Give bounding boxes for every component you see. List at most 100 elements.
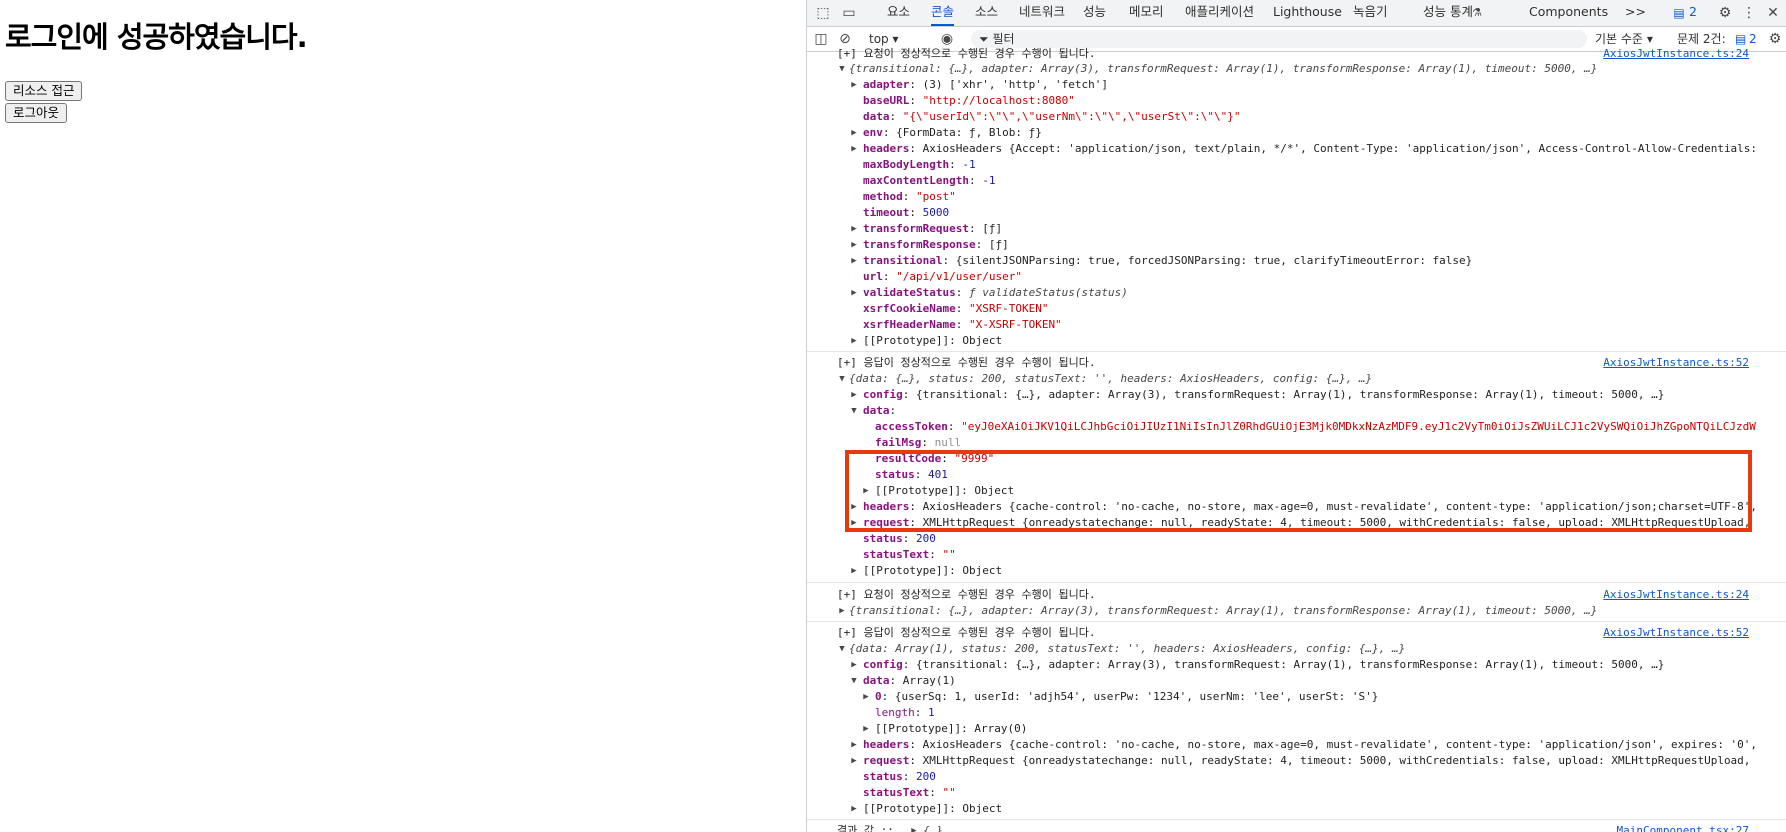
message-divider	[807, 582, 1786, 583]
console-output: [+] 요청이 정상적으로 수행된 경우 수행이 됩니다. AxiosJwtIns…	[807, 47, 1786, 832]
triangle-down-icon[interactable]: ▼	[837, 641, 847, 657]
tab-sources[interactable]: 소스	[975, 0, 998, 26]
triangle-right-icon[interactable]: ▶	[837, 603, 847, 619]
prop-row[interactable]: ▶ [[Prototype]]: Array(0)	[807, 721, 1786, 737]
prop-row[interactable]: ▶ 0: {userSq: 1, userId: 'adjh54', userPw…	[807, 689, 1786, 705]
triangle-down-icon[interactable]: ▼	[837, 371, 847, 387]
prop-row[interactable]: ▶ headers: AxiosHeaders {Accept: 'applica…	[807, 141, 1786, 157]
tab-network[interactable]: 네트워크	[1019, 0, 1065, 26]
source-link[interactable]: AxiosJwtInstance.ts:24	[1603, 587, 1749, 603]
tab-recorder[interactable]: 녹음기	[1353, 0, 1388, 26]
triangle-right-icon[interactable]: ▶	[861, 721, 871, 737]
triangle-right-icon[interactable]: ▶	[849, 285, 859, 301]
prop-row: timeout: 5000	[863, 206, 950, 219]
filter-placeholder: 필터	[992, 32, 1015, 46]
device-toolbar-icon[interactable]: ▭	[839, 3, 859, 23]
triangle-right-icon[interactable]: ▶	[849, 253, 859, 269]
context-value: top	[869, 32, 889, 46]
tab-elements[interactable]: 요소	[887, 0, 910, 26]
triangle-right-icon[interactable]: ▶	[849, 753, 859, 769]
tab-performance[interactable]: 성능	[1083, 0, 1106, 26]
settings-gear-icon[interactable]: ⚙	[1715, 3, 1735, 23]
resource-access-button[interactable]: 리소스 접근	[5, 81, 83, 101]
triangle-right-icon[interactable]: ▶	[849, 77, 859, 93]
source-link[interactable]: AxiosJwtInstance.ts:52	[1603, 625, 1749, 641]
prop-row: baseURL: "http://localhost:8080"	[863, 94, 1075, 107]
prop-row[interactable]: ▶ adapter: (3) ['xhr', 'http', 'fetch']	[807, 77, 1786, 93]
prop-row[interactable]: ▶ headers: AxiosHeaders {cache-control: '…	[807, 737, 1786, 753]
tab-memory[interactable]: 메모리	[1129, 0, 1164, 26]
prop-row: accessToken: "eyJ0eXAiOiJKV1QiLCJhbGciOi…	[875, 420, 1756, 433]
logout-button[interactable]: 로그아웃	[5, 103, 68, 123]
prop-row[interactable]: ▶ config: {transitional: {…}, adapter: Ar…	[807, 657, 1786, 673]
prop-row: maxContentLength: -1	[863, 174, 996, 187]
prop-row[interactable]: ▶ env: {FormData: ƒ, Blob: ƒ}	[807, 125, 1786, 141]
source-link[interactable]: AxiosJwtInstance.ts:24	[1603, 46, 1749, 62]
triangle-right-icon[interactable]: ▶	[849, 563, 859, 579]
message-divider	[807, 621, 1786, 622]
triangle-right-icon[interactable]: ▶	[849, 237, 859, 253]
page-title: 로그인에 성공하였습니다.	[5, 20, 308, 54]
prop-row: xsrfCookieName: "XSRF-TOKEN"	[863, 302, 1049, 315]
triangle-right-icon[interactable]: ▶	[909, 823, 919, 832]
triangle-down-icon[interactable]: ▼	[849, 673, 859, 689]
prop-row[interactable]: ▶ transformRequest: [ƒ]	[807, 221, 1786, 237]
source-link[interactable]: AxiosJwtInstance.ts:52	[1603, 355, 1749, 371]
prop-row[interactable]: ▶ [[Prototype]]: Object	[807, 801, 1786, 817]
triangle-right-icon[interactable]: ▶	[849, 387, 859, 403]
message-divider	[807, 819, 1786, 820]
prop-row[interactable]: ▶ transitional: {silentJSONParsing: true,…	[807, 253, 1786, 269]
tab-console[interactable]: 콘솔	[931, 0, 955, 26]
triangle-down-icon[interactable]: ▼	[849, 403, 859, 419]
triangle-right-icon[interactable]: ▶	[849, 333, 859, 349]
issues-icon[interactable]: ▤	[1669, 3, 1689, 23]
prop-row: maxBodyLength: -1	[863, 158, 976, 171]
log-object-summary[interactable]: ▶ {transitional: {…}, adapter: Array(3), …	[807, 603, 1786, 619]
prop-row[interactable]: ▶ request: XMLHttpRequest {onreadystatech…	[807, 753, 1786, 769]
close-icon[interactable]: ✕	[1763, 3, 1783, 23]
triangle-right-icon[interactable]: ▶	[849, 737, 859, 753]
console-message: [+] 요청이 정상적으로 수행된 경우 수행이 됩니다. AxiosJwtIns…	[837, 46, 1749, 62]
console-message: [+] 응답이 정상적으로 수행된 경우 수행이 됩니다. AxiosJwtIns…	[837, 355, 1749, 371]
filter-icon: ⏷	[979, 32, 989, 46]
log-object-summary[interactable]: ▼ {transitional: {…}, adapter: Array(3), …	[807, 61, 1786, 77]
tab-application[interactable]: 애플리케이션	[1185, 0, 1254, 26]
prop-row[interactable]: ▶ [[Prototype]]: Object	[807, 563, 1786, 579]
prop-row: status: 200	[863, 532, 936, 545]
triangle-down-icon[interactable]: ▼	[837, 61, 847, 77]
source-link[interactable]: MainComponent.tsx:27	[1617, 823, 1749, 832]
prop-row[interactable]: ▶ [[Prototype]]: Object	[807, 333, 1786, 349]
triangle-right-icon[interactable]: ▶	[849, 125, 859, 141]
more-options-icon[interactable]: ⋮	[1739, 3, 1759, 23]
triangle-right-icon[interactable]: ▶	[849, 801, 859, 817]
tab-lighthouse[interactable]: Lighthouse	[1273, 0, 1342, 26]
inspect-element-icon[interactable]: ⬚	[813, 3, 833, 23]
prop-row: statusText: ""	[863, 786, 956, 799]
triangle-right-icon[interactable]: ▶	[849, 141, 859, 157]
console-message: [+] 요청이 정상적으로 수행된 경우 수행이 됩니다. AxiosJwtIns…	[837, 587, 1749, 603]
app-page: 로그인에 성공하였습니다. 리소스 접근 로그아웃	[0, 0, 806, 832]
log-level-value: 기본 수준	[1595, 32, 1643, 46]
log-object-summary[interactable]: ▼ {data: {…}, status: 200, statusText: ''…	[807, 371, 1786, 387]
triangle-right-icon[interactable]: ▶	[861, 689, 871, 705]
console-message: [+] 응답이 정상적으로 수행된 경우 수행이 됩니다. AxiosJwtIns…	[837, 625, 1749, 641]
prop-row[interactable]: ▶ validateStatus: ƒ validateStatus(status…	[807, 285, 1786, 301]
prop-row[interactable]: ▼ data: Array(1)	[807, 673, 1786, 689]
triangle-right-icon[interactable]: ▶	[849, 657, 859, 673]
prop-row: xsrfHeaderName: "X-XSRF-TOKEN"	[863, 318, 1062, 331]
chevron-down-icon: ▾	[892, 32, 899, 46]
prop-row: method: "post"	[863, 190, 956, 203]
tab-components[interactable]: Components	[1529, 0, 1608, 26]
prop-row[interactable]: ▶ config: {transitional: {…}, adapter: Ar…	[807, 387, 1786, 403]
log-object-summary[interactable]: ▼ {data: Array(1), status: 200, statusTex…	[807, 641, 1786, 657]
tab-performance-insights[interactable]: 성능 통계	[1423, 0, 1473, 26]
chevron-down-icon: ▾	[1646, 32, 1653, 46]
console-message: 결과 값 :: ▶ {…} MainComponent.tsx:27	[807, 823, 1786, 832]
flask-icon: ⚗	[1472, 6, 1482, 19]
issues-count[interactable]: 2	[1689, 0, 1697, 26]
prop-row[interactable]: ▶ transformResponse: [ƒ]	[807, 237, 1786, 253]
prop-row[interactable]: ▼ data:	[807, 403, 1786, 419]
message-divider	[807, 351, 1786, 352]
more-tabs-button[interactable]: >>	[1625, 0, 1646, 26]
triangle-right-icon[interactable]: ▶	[849, 221, 859, 237]
